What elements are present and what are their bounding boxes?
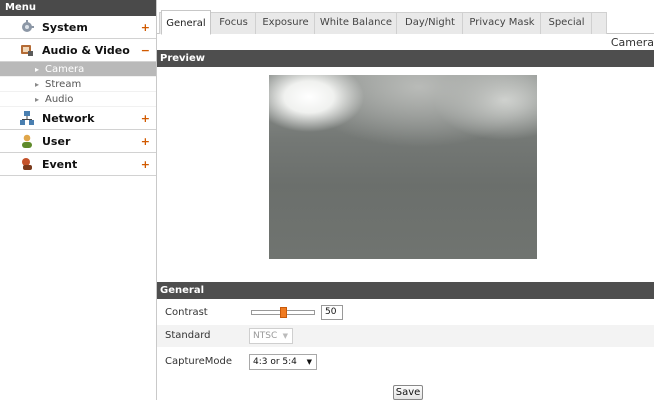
sidebar-subitem-camera[interactable]: Camera xyxy=(0,62,156,77)
sidebar-item-label: Audio & Video xyxy=(42,44,130,57)
user-icon xyxy=(22,134,32,148)
capture-mode-label: CaptureMode xyxy=(165,356,233,367)
menu-header: Menu xyxy=(0,0,156,16)
sidebar-item-user[interactable]: User + xyxy=(0,130,156,153)
breadcrumb: Camera xyxy=(610,36,654,49)
sidebar-item-label: User xyxy=(42,135,71,148)
contrast-value-field[interactable]: 50 xyxy=(321,305,343,320)
tab-exposure[interactable]: Exposure xyxy=(257,12,315,34)
chevron-down-icon: ▼ xyxy=(282,332,288,340)
capture-mode-select-value: 4:3 or 5:4 xyxy=(253,357,297,367)
audio-video-icon xyxy=(21,45,33,56)
sidebar-item-label: System xyxy=(42,21,88,34)
standard-select-value: NTSC xyxy=(253,331,278,341)
sidebar-item-event[interactable]: Event + xyxy=(0,153,156,176)
contrast-slider-handle[interactable] xyxy=(279,307,287,318)
tab-white-balance[interactable]: White Balance xyxy=(316,12,397,34)
general-section-header: General xyxy=(157,282,654,299)
tab-general[interactable]: General xyxy=(161,10,211,35)
chevron-down-icon: ▼ xyxy=(306,358,312,366)
expand-icon[interactable]: + xyxy=(141,130,150,153)
sidebar-subitem-stream[interactable]: Stream xyxy=(0,77,156,92)
system-icon xyxy=(22,20,34,32)
sidebar-item-label: Network xyxy=(42,112,95,125)
network-icon xyxy=(20,111,34,125)
expand-icon[interactable]: + xyxy=(141,16,150,39)
sidebar-item-audio-video[interactable]: Audio & Video − xyxy=(0,39,156,62)
sidebar-item-system[interactable]: System + xyxy=(0,16,156,39)
standard-select: NTSC ▼ xyxy=(249,328,293,344)
capture-mode-row: CaptureMode 4:3 or 5:4 ▼ xyxy=(157,351,654,373)
contrast-label: Contrast xyxy=(165,307,208,318)
collapse-icon[interactable]: − xyxy=(141,39,150,62)
tab-bar: General Focus Exposure White Balance Day… xyxy=(157,0,654,49)
tab-focus[interactable]: Focus xyxy=(212,12,256,34)
save-button[interactable]: Save xyxy=(393,385,423,400)
event-icon xyxy=(22,158,32,170)
sidebar-subitem-audio[interactable]: Audio xyxy=(0,92,156,107)
camera-preview-image xyxy=(269,75,537,259)
sidebar-item-label: Event xyxy=(42,158,78,171)
sidebar-menu: Menu System + Audio & Video − Camera Str… xyxy=(0,0,157,400)
standard-row: Standard NTSC ▼ xyxy=(157,325,654,347)
standard-label: Standard xyxy=(165,330,211,341)
tab-special[interactable]: Special xyxy=(542,12,592,34)
sidebar-item-network[interactable]: Network + xyxy=(0,107,156,130)
contrast-row: Contrast 50 xyxy=(157,302,654,324)
preview-section-header: Preview xyxy=(157,50,654,67)
tab-day-night[interactable]: Day/Night xyxy=(398,12,463,34)
expand-icon[interactable]: + xyxy=(141,153,150,176)
tab-privacy-mask[interactable]: Privacy Mask xyxy=(464,12,541,34)
capture-mode-select[interactable]: 4:3 or 5:4 ▼ xyxy=(249,354,317,370)
expand-icon[interactable]: + xyxy=(141,107,150,130)
